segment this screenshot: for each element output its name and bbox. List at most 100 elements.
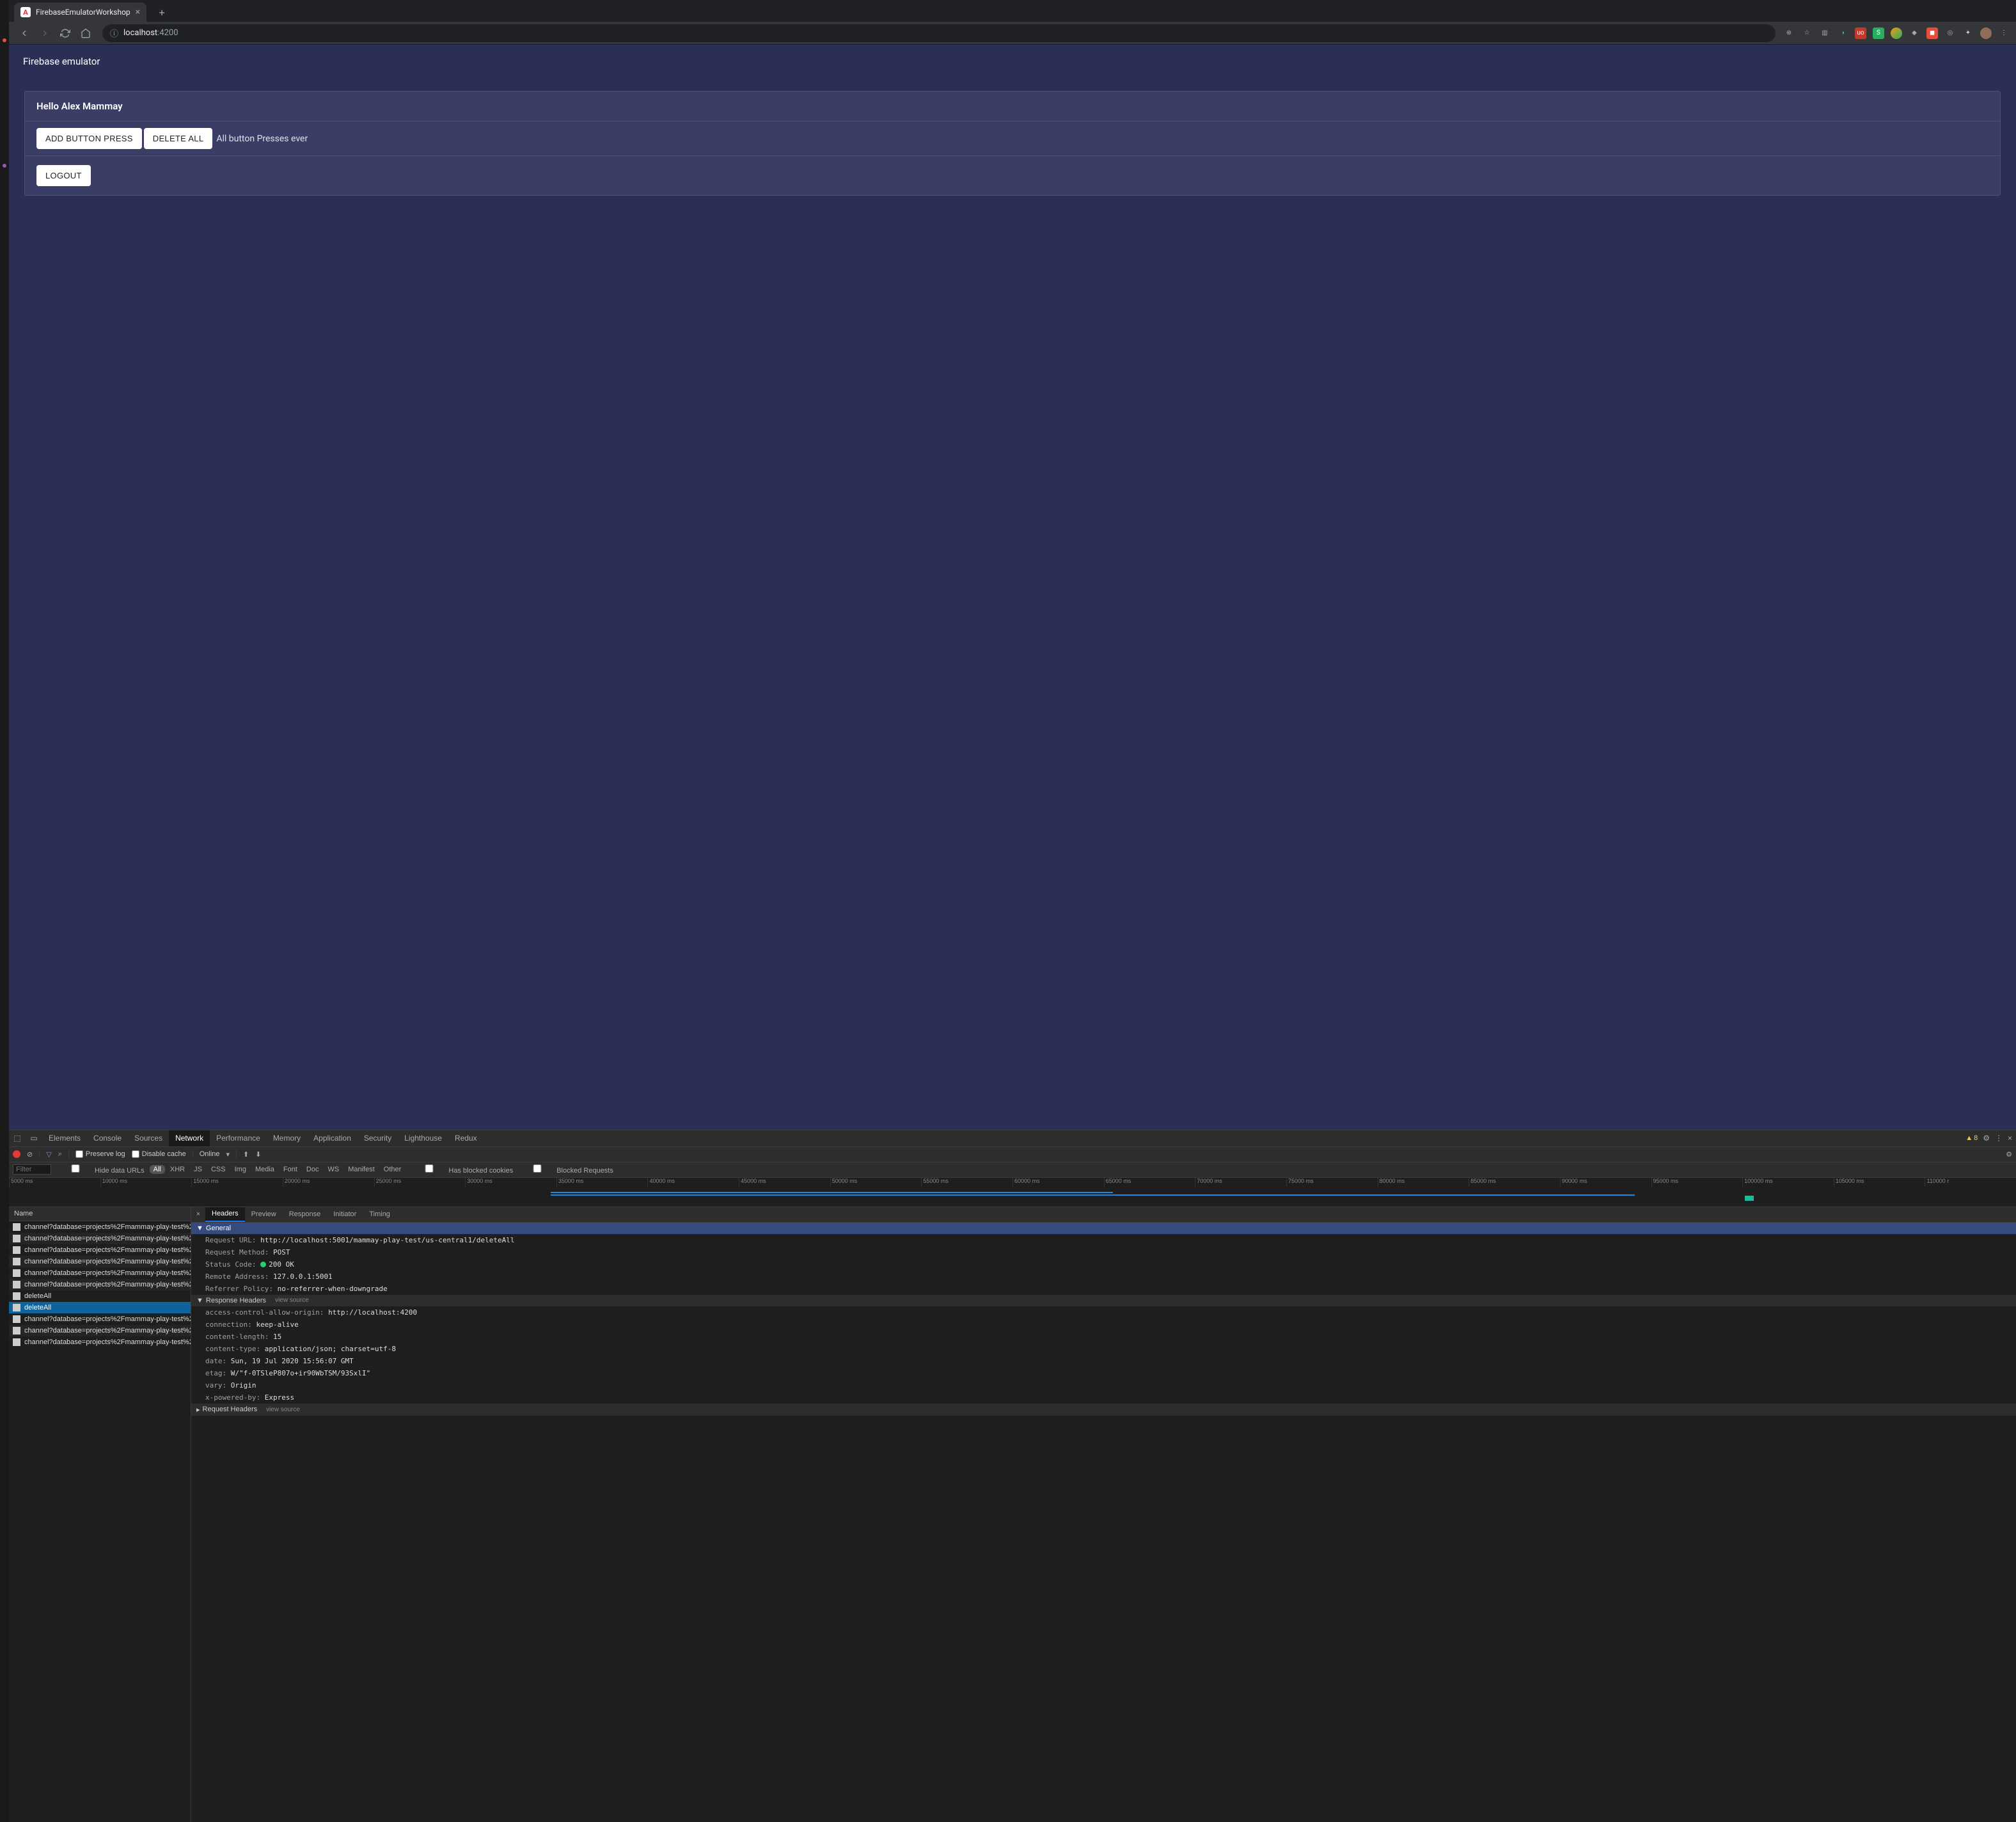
devtools-tab-console[interactable]: Console [87,1130,128,1146]
request-name: channel?database=projects%2Fmammay-play-… [24,1338,191,1346]
network-timeline[interactable]: 5000 ms10000 ms15000 ms20000 ms25000 ms3… [9,1178,2016,1207]
detail-tab-preview[interactable]: Preview [245,1207,283,1222]
view-source-link[interactable]: view source [275,1297,309,1304]
devtools-tab-security[interactable]: Security [358,1130,398,1146]
blocked-cookies-checkbox[interactable]: Has blocked cookies [410,1164,513,1175]
request-row[interactable]: channel?database=projects%2Fmammay-play-… [9,1325,191,1336]
network-settings-icon[interactable]: ⚙ [2006,1150,2012,1159]
forward-button[interactable] [36,24,54,42]
filter-type-xhr[interactable]: XHR [166,1165,189,1174]
detail-tab-initiator[interactable]: Initiator [327,1207,363,1222]
detail-tab-headers[interactable]: Headers [205,1207,245,1222]
record-button[interactable] [13,1150,20,1158]
bookmark-icon[interactable]: ☆ [1801,28,1813,39]
throttle-select[interactable]: Online [200,1150,220,1158]
ext-icon[interactable]: S [1873,28,1884,39]
request-headers-section-header[interactable]: ▸ Request Headersview source [191,1404,2016,1416]
ext-icon[interactable]: uo [1855,28,1866,39]
filter-type-all[interactable]: All [150,1165,165,1174]
devtools-tab-performance[interactable]: Performance [210,1130,267,1146]
devtools-tab-redux[interactable]: Redux [448,1130,484,1146]
devtools-tab-lighthouse[interactable]: Lighthouse [398,1130,448,1146]
filter-type-manifest[interactable]: Manifest [344,1165,379,1174]
header-row: date: Sun, 19 Jul 2020 15:56:07 GMT [191,1355,2016,1367]
filter-input[interactable] [13,1164,51,1175]
filter-type-img[interactable]: Img [231,1165,250,1174]
ext-icon[interactable]: ◆ [1909,28,1920,39]
search-icon[interactable]: ⌕ [58,1150,62,1159]
request-row[interactable]: channel?database=projects%2Fmammay-play-… [9,1256,191,1267]
app-page: Firebase emulator Hello Alex Mammay ADD … [9,45,2016,1130]
devtools-tab-application[interactable]: Application [307,1130,358,1146]
header-row: etag: W/"f-0TSleP807o+ir90WbTSM/93SxlI" [191,1367,2016,1379]
warning-badge[interactable]: ▲8 [1965,1134,1978,1142]
ext-icon[interactable]: ◎ [1944,28,1956,39]
blocked-requests-checkbox[interactable]: Blocked Requests [518,1164,613,1175]
logout-row: LOGOUT [25,156,2000,195]
logout-button[interactable]: LOGOUT [36,165,91,186]
request-row[interactable]: channel?database=projects%2Fmammay-play-… [9,1336,191,1348]
filter-type-js[interactable]: JS [190,1165,206,1174]
filter-type-font[interactable]: Font [280,1165,301,1174]
export-icon[interactable]: ⬇ [255,1150,261,1159]
view-source-link[interactable]: view source [266,1406,300,1413]
devtools-menu-icon[interactable]: ⋮ [1995,1134,2003,1143]
devtools-tab-sources[interactable]: Sources [128,1130,169,1146]
devtools-settings-icon[interactable]: ⚙ [1983,1134,1990,1143]
inspect-icon[interactable]: ⬚ [9,1134,26,1143]
home-button[interactable] [77,24,95,42]
ext-icon[interactable] [1891,28,1902,39]
extensions-icon[interactable]: ✦ [1962,28,1974,39]
request-row[interactable]: channel?database=projects%2Fmammay-play-… [9,1244,191,1256]
zoom-icon[interactable]: ⊕ [1783,28,1795,39]
response-headers-section-header[interactable]: ▼ Response Headersview source [191,1295,2016,1306]
new-tab-button[interactable]: + [153,3,171,21]
preserve-log-checkbox[interactable]: Preserve log [75,1150,125,1158]
request-row[interactable]: deleteAll [9,1290,191,1302]
back-button[interactable] [15,24,33,42]
clear-button[interactable]: ⊘ [27,1150,33,1159]
request-row[interactable]: channel?database=projects%2Fmammay-play-… [9,1267,191,1279]
timeline-tick: 110000 r [1925,1178,2016,1187]
request-row[interactable]: channel?database=projects%2Fmammay-play-… [9,1279,191,1290]
request-row[interactable]: deleteAll [9,1302,191,1313]
devtools-tab-memory[interactable]: Memory [267,1130,307,1146]
request-row[interactable]: channel?database=projects%2Fmammay-play-… [9,1221,191,1233]
devtools-close-icon[interactable]: × [2008,1134,2012,1143]
detail-tab-timing[interactable]: Timing [363,1207,397,1222]
close-detail-icon[interactable]: × [191,1210,205,1218]
site-info-icon[interactable]: ⓘ [110,27,118,39]
ext-icon[interactable]: ◑ [1837,28,1848,39]
disable-cache-checkbox[interactable]: Disable cache [132,1150,186,1158]
request-name: channel?database=projects%2Fmammay-play-… [24,1315,191,1323]
request-row[interactable]: channel?database=projects%2Fmammay-play-… [9,1233,191,1244]
general-section-header[interactable]: ▼ General [191,1223,2016,1234]
hide-data-urls-checkbox[interactable]: Hide data URLs [56,1164,145,1175]
delete-all-button[interactable]: DELETE ALL [144,128,213,149]
filter-type-other[interactable]: Other [380,1165,406,1174]
ext-icon[interactable]: ◼ [1926,28,1938,39]
add-button-press-button[interactable]: ADD BUTTON PRESS [36,128,142,149]
request-row[interactable]: channel?database=projects%2Fmammay-play-… [9,1313,191,1325]
reload-button[interactable] [56,24,74,42]
close-tab-icon[interactable]: × [136,7,140,17]
profile-avatar[interactable] [1980,28,1992,39]
browser-tab[interactable]: A FirebaseEmulatorWorkshop × [14,3,146,22]
detail-tab-response[interactable]: Response [283,1207,327,1222]
filter-type-media[interactable]: Media [251,1165,278,1174]
detail-body[interactable]: ▼ General Request URL: http://localhost:… [191,1223,2016,1822]
request-list-header[interactable]: Name [9,1207,191,1221]
timeline-tick: 105000 ms [1834,1178,1925,1187]
devtools-tab-elements[interactable]: Elements [42,1130,87,1146]
import-icon[interactable]: ⬆ [243,1150,249,1159]
timeline-tick: 30000 ms [465,1178,556,1187]
filter-type-ws[interactable]: WS [324,1165,343,1174]
address-bar[interactable]: ⓘ localhost:4200 [102,24,1776,42]
ext-icon[interactable]: ▥ [1819,28,1831,39]
device-toggle-icon[interactable]: ▭ [26,1134,42,1143]
devtools-tab-network[interactable]: Network [169,1130,210,1146]
filter-toggle-icon[interactable]: ▽ [46,1150,51,1159]
filter-type-css[interactable]: CSS [207,1165,230,1174]
menu-icon[interactable]: ⋮ [1998,28,2010,39]
filter-type-doc[interactable]: Doc [303,1165,323,1174]
